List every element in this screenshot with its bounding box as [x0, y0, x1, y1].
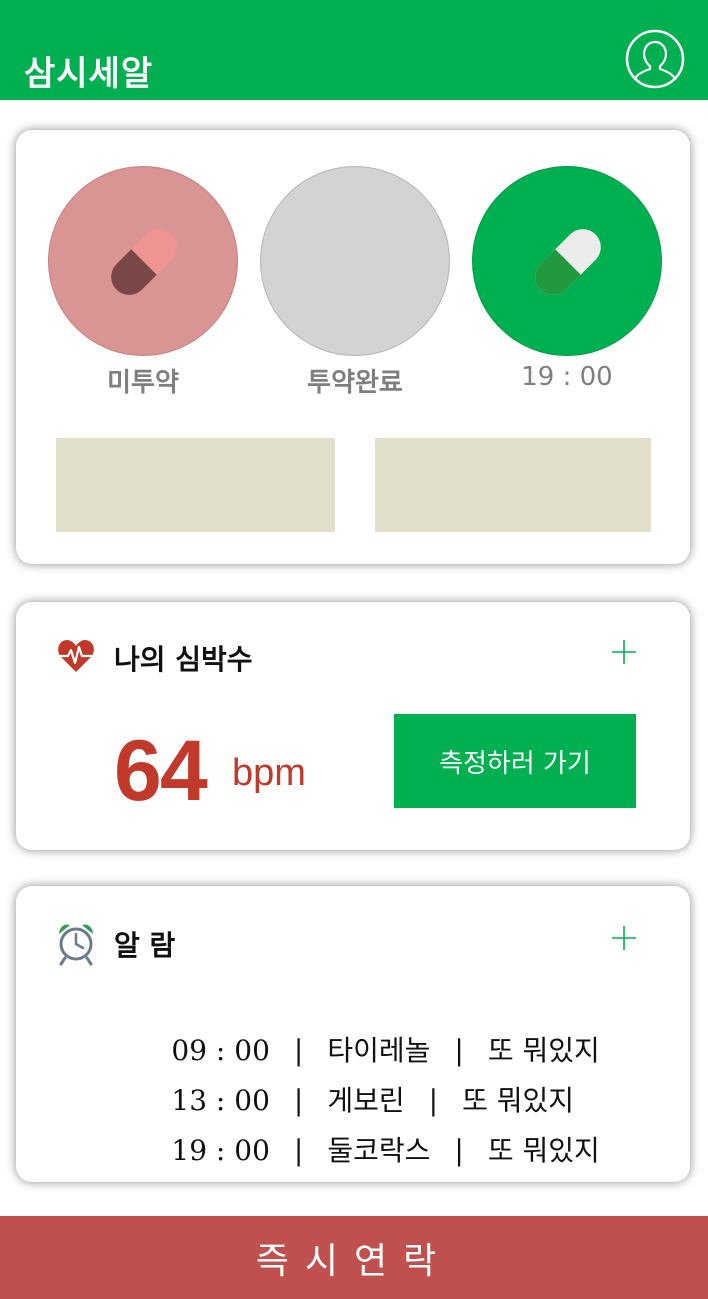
separator: |	[428, 1084, 439, 1117]
measure-heart-rate-button[interactable]: 측정하러 가기	[394, 714, 636, 808]
alarm-list: 09 : 00 | 타이레놀 | 또 뭐있지 13 : 00 | 게보린 | 또 뭐있지 19 …	[118, 996, 599, 1167]
top-app-bar: 삼시세알	[0, 0, 708, 100]
heart-rate-value: 64	[114, 723, 208, 819]
info-panel-left	[56, 438, 335, 532]
heart-pulse-icon	[56, 636, 96, 680]
alarm-time: 13 : 00	[171, 1084, 270, 1117]
missed-dose-button[interactable]	[48, 166, 238, 356]
missed-dose-label: 미투약	[107, 368, 179, 398]
alarm-time: 19 : 00	[171, 1134, 270, 1167]
heart-rate-unit: bpm	[232, 752, 306, 794]
alarm-title: 알 람	[114, 929, 176, 962]
info-panel-right	[375, 438, 651, 532]
separator: |	[293, 1084, 304, 1117]
dose-complete-label: 투약완료	[307, 368, 403, 398]
alarm-time: 09 : 00	[171, 1034, 270, 1067]
user-profile-icon[interactable]	[625, 29, 685, 89]
app-title: 삼시세알	[24, 54, 154, 94]
separator: |	[454, 1034, 464, 1067]
plus-icon[interactable]	[610, 638, 638, 666]
medication-status-card: 미투약 투약완료 19 : 00	[16, 130, 690, 564]
alarm-note: 또 뭐있지	[487, 1034, 600, 1067]
alarm-note: 또 뭐있지	[462, 1084, 575, 1117]
alarm-medicine: 게보린	[327, 1084, 405, 1117]
alarm-note: 또 뭐있지	[487, 1134, 600, 1167]
alarm-medicine: 타이레놀	[327, 1034, 431, 1067]
alarm-medicine: 둘코락스	[327, 1134, 431, 1167]
pill-icon	[535, 229, 601, 295]
heart-rate-title: 나의 심박수	[114, 643, 253, 676]
pill-icon	[111, 229, 177, 295]
plus-icon[interactable]	[610, 924, 638, 952]
next-dose-button[interactable]	[472, 166, 662, 356]
heart-rate-card: 나의 심박수 64 bpm 측정하러 가기	[16, 602, 690, 850]
separator: |	[293, 1034, 304, 1067]
alarm-row[interactable]: 09 : 00 | 타이레놀 | 또 뭐있지	[118, 996, 599, 1067]
dose-complete-button[interactable]	[260, 166, 450, 356]
alarm-clock-icon	[56, 922, 96, 970]
separator: |	[454, 1134, 464, 1167]
separator: |	[293, 1134, 304, 1167]
emergency-contact-button[interactable]: 즉시연락	[0, 1216, 708, 1299]
next-dose-time-label: 19 : 00	[521, 362, 613, 392]
alarm-card: 알 람 09 : 00 | 타이레놀 | 또 뭐있지 13 : 00 | 게보린 | 또 뭐있지…	[16, 886, 690, 1182]
